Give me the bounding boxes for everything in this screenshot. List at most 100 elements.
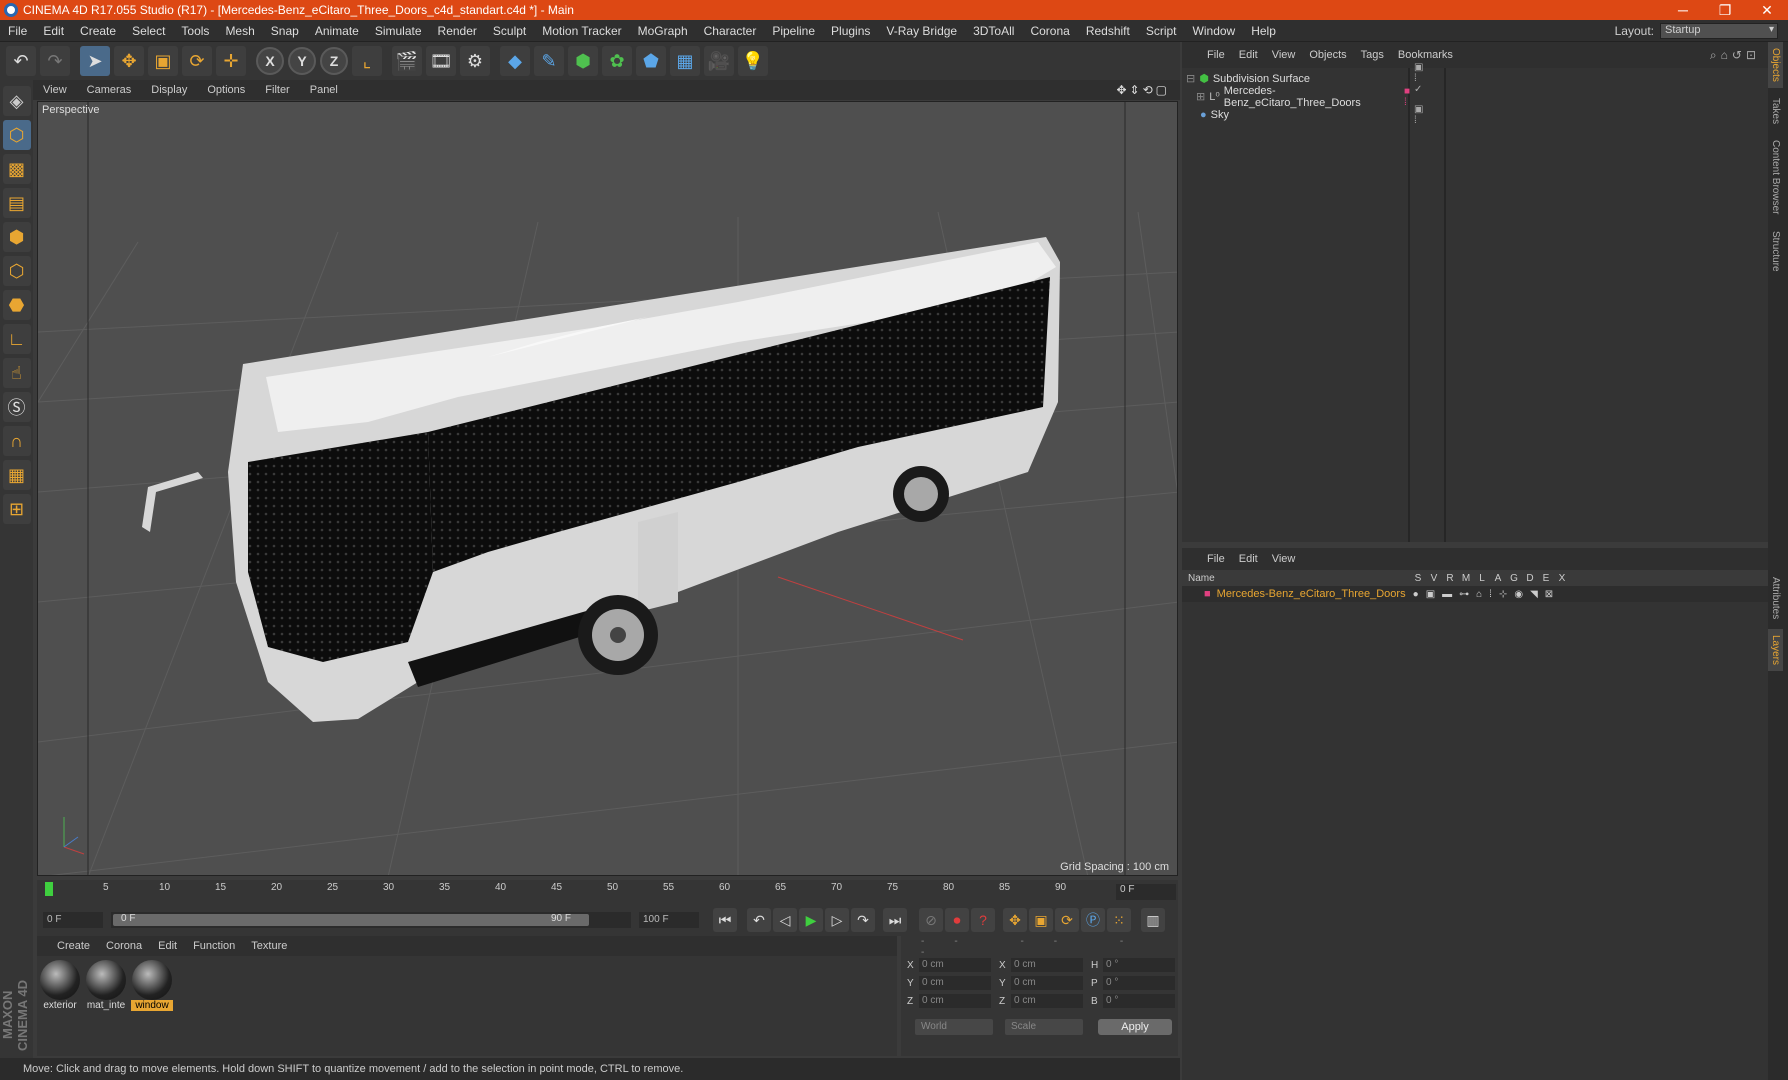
- layer-color-tag[interactable]: ■ ⁞: [1404, 86, 1410, 108]
- viewport-menu-view[interactable]: View: [33, 84, 77, 96]
- record-keyframe-disabled-icon[interactable]: ⊘: [919, 908, 943, 932]
- material-menu-function[interactable]: Function: [185, 940, 243, 952]
- timeline-ruler[interactable]: 0 5 10 15 20 25 30 35 40 45 50 55 60 65 …: [37, 880, 1178, 904]
- menu-tools[interactable]: Tools: [173, 24, 217, 38]
- texture-mode-icon[interactable]: ▩: [2, 154, 31, 184]
- scale-tool-icon[interactable]: ▣: [148, 46, 178, 76]
- camera-icon[interactable]: 🎥: [704, 46, 734, 76]
- tab-attributes[interactable]: Attributes: [1768, 571, 1783, 625]
- object-menu-bookmarks[interactable]: Bookmarks: [1391, 49, 1460, 61]
- menu-mograph[interactable]: MoGraph: [630, 24, 696, 38]
- render-picture-viewer-icon[interactable]: 🎞: [426, 46, 456, 76]
- redo-icon[interactable]: ↷: [40, 46, 70, 76]
- object-visibility-icon[interactable]: ▣ ⁞: [1414, 104, 1423, 126]
- layer-menu-view[interactable]: View: [1265, 553, 1303, 565]
- position-x-field[interactable]: 0 cm: [919, 958, 991, 972]
- expand-icon[interactable]: ⊞: [1196, 90, 1205, 103]
- tab-objects[interactable]: Objects: [1768, 42, 1783, 88]
- material-exterior[interactable]: exterior: [39, 960, 81, 1011]
- object-menu-edit[interactable]: Edit: [1232, 49, 1265, 61]
- tweak-mode-icon[interactable]: ☝: [2, 358, 31, 388]
- viewport-menu-display[interactable]: Display: [141, 84, 197, 96]
- object-menu-tags[interactable]: Tags: [1354, 49, 1391, 61]
- next-frame-icon[interactable]: ▷: [825, 908, 849, 932]
- snap-icon[interactable]: Ⓢ: [2, 392, 31, 422]
- layer-row[interactable]: ■ Mercedes-Benz_eCitaro_Three_Doors ●▣▬⊶…: [1182, 586, 1768, 602]
- material-menu-edit[interactable]: Edit: [150, 940, 185, 952]
- start-frame-field[interactable]: 0 F: [43, 912, 103, 928]
- cube-primitive-icon[interactable]: ◆: [500, 46, 530, 76]
- object-menu-view[interactable]: View: [1265, 49, 1303, 61]
- viewport-menu-options[interactable]: Options: [197, 84, 255, 96]
- object-row-sky[interactable]: ● Sky ▣ ⁞: [1186, 104, 1423, 126]
- menu-edit[interactable]: Edit: [35, 24, 72, 38]
- rotation-h-field[interactable]: 0 °: [1103, 958, 1175, 972]
- material-menu-create[interactable]: Create: [49, 940, 98, 952]
- move-tool-icon[interactable]: ✥: [114, 46, 144, 76]
- x-axis-lock-icon[interactable]: X: [256, 47, 284, 75]
- rotation-b-field[interactable]: 0 °: [1103, 994, 1175, 1008]
- layout-select[interactable]: Startup: [1660, 22, 1778, 39]
- menu-plugins[interactable]: Plugins: [823, 24, 878, 38]
- edges-mode-icon[interactable]: ⬡: [2, 256, 31, 286]
- go-to-end-icon[interactable]: ⏭: [883, 908, 907, 932]
- key-scale-icon[interactable]: ▣: [1029, 908, 1053, 932]
- previous-key-icon[interactable]: ↶: [747, 908, 771, 932]
- coordinate-space-select[interactable]: World: [915, 1019, 993, 1035]
- viewport-menu-filter[interactable]: Filter: [255, 84, 299, 96]
- position-y-field[interactable]: 0 cm: [919, 976, 991, 990]
- key-pla-icon[interactable]: ⁙: [1107, 908, 1131, 932]
- menu-corona[interactable]: Corona: [1022, 24, 1077, 38]
- menu-animate[interactable]: Animate: [307, 24, 367, 38]
- model-mode-icon[interactable]: ⬡: [2, 120, 31, 150]
- workplane-lock-icon[interactable]: ▦: [2, 460, 31, 490]
- menu-motion-tracker[interactable]: Motion Tracker: [534, 24, 629, 38]
- position-z-field[interactable]: 0 cm: [919, 994, 991, 1008]
- keyframe-selection-icon[interactable]: ?: [971, 908, 995, 932]
- undo-icon[interactable]: ↶: [6, 46, 36, 76]
- menu-script[interactable]: Script: [1138, 24, 1185, 38]
- menu-pipeline[interactable]: Pipeline: [764, 24, 823, 38]
- viewport-menu-panel[interactable]: Panel: [300, 84, 348, 96]
- range-slider-fill[interactable]: [113, 914, 589, 926]
- object-menu-objects[interactable]: Objects: [1302, 49, 1353, 61]
- viewport-navigation-icons[interactable]: ✥⇕⟲▢: [1116, 83, 1180, 97]
- play-icon[interactable]: ▶: [799, 908, 823, 932]
- workplane-icon[interactable]: ▤: [2, 188, 31, 218]
- key-rotation-icon[interactable]: ⟳: [1055, 908, 1079, 932]
- current-frame-field[interactable]: 0 F: [1116, 884, 1176, 900]
- scale-mode-select[interactable]: Scale: [1005, 1019, 1083, 1035]
- recent-tool-icon[interactable]: ✛: [216, 46, 246, 76]
- size-y-field[interactable]: 0 cm: [1011, 976, 1083, 990]
- expand-icon[interactable]: ⊟: [1186, 72, 1195, 85]
- menu-window[interactable]: Window: [1185, 24, 1244, 38]
- render-settings-icon[interactable]: ⚙: [460, 46, 490, 76]
- polygons-mode-icon[interactable]: ⬣: [2, 290, 31, 320]
- menu-render[interactable]: Render: [430, 24, 485, 38]
- menu-3dtoall[interactable]: 3DToAll: [965, 24, 1022, 38]
- points-mode-icon[interactable]: ⬢: [2, 222, 31, 252]
- layer-menu-file[interactable]: File: [1200, 553, 1232, 565]
- cloner-icon[interactable]: ✿: [602, 46, 632, 76]
- subdivision-surface-icon[interactable]: ⬢: [568, 46, 598, 76]
- pen-spline-icon[interactable]: ✎: [534, 46, 564, 76]
- menu-file[interactable]: File: [0, 24, 35, 38]
- grid-snap-icon[interactable]: ⊞: [2, 494, 31, 524]
- z-axis-lock-icon[interactable]: Z: [320, 47, 348, 75]
- previous-frame-icon[interactable]: ◁: [773, 908, 797, 932]
- key-parameter-icon[interactable]: Ⓟ: [1081, 908, 1105, 932]
- tab-content-browser[interactable]: Content Browser: [1768, 134, 1783, 220]
- menu-mesh[interactable]: Mesh: [217, 24, 262, 38]
- autokey-icon[interactable]: ⏺: [945, 908, 969, 932]
- rotate-tool-icon[interactable]: ⟳: [182, 46, 212, 76]
- menu-select[interactable]: Select: [124, 24, 173, 38]
- render-view-icon[interactable]: 🎬: [392, 46, 422, 76]
- end-frame-field[interactable]: 100 F: [639, 912, 699, 928]
- menu-character[interactable]: Character: [696, 24, 765, 38]
- material-menu-texture[interactable]: Texture: [243, 940, 295, 952]
- go-to-start-icon[interactable]: ⏮: [713, 908, 737, 932]
- perspective-viewport[interactable]: Perspective Grid Spacing : 100 cm: [37, 101, 1178, 876]
- make-editable-icon[interactable]: ◈: [2, 86, 31, 116]
- apply-button[interactable]: Apply: [1098, 1019, 1172, 1035]
- coordinate-system-icon[interactable]: ⌞: [352, 46, 382, 76]
